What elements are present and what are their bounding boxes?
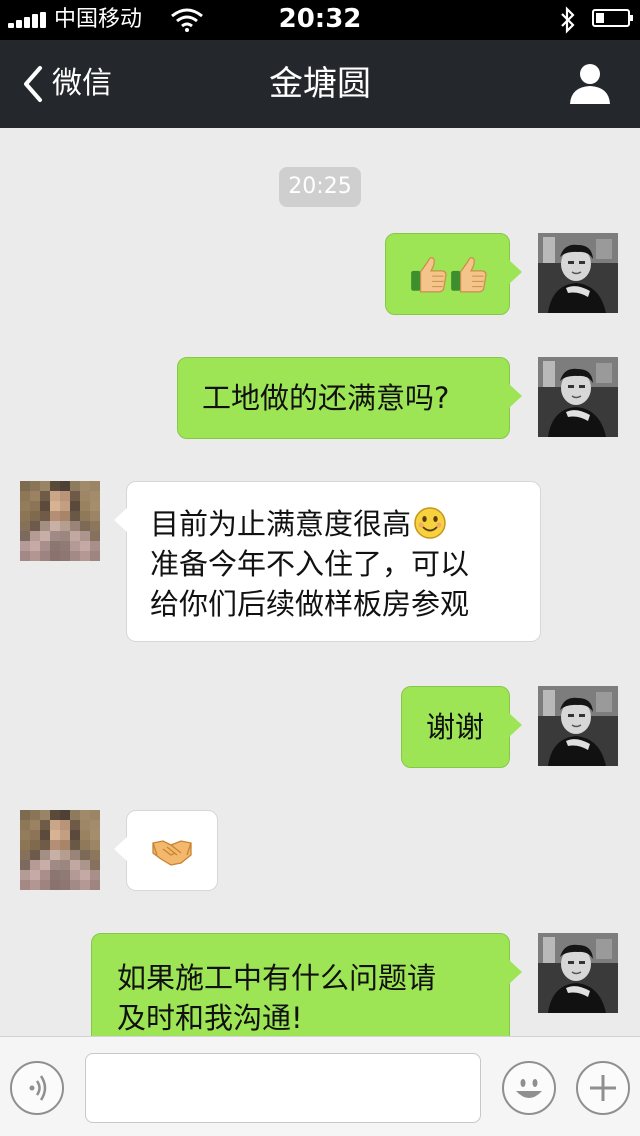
outgoing-message[interactable]: 工地做的还满意吗? bbox=[177, 357, 522, 439]
page-title: 金塘圆 bbox=[269, 64, 371, 104]
emoji-button[interactable] bbox=[502, 1061, 556, 1115]
voice-icon bbox=[29, 1075, 47, 1101]
plus-icon bbox=[590, 1075, 616, 1101]
message-line: 给你们后续做样板房参观 bbox=[150, 587, 470, 621]
handshake-icon bbox=[152, 840, 192, 866]
back-label: 微信 bbox=[52, 66, 112, 101]
chevron-left-icon bbox=[24, 66, 42, 102]
status-time: 20:32 bbox=[278, 4, 362, 34]
smile-emoji-icon bbox=[414, 507, 446, 539]
outgoing-message[interactable] bbox=[385, 233, 522, 315]
nav-bar: 微信 金塘圆 bbox=[0, 40, 640, 128]
my-avatar[interactable] bbox=[538, 357, 618, 437]
message-line: 如果施工中有什么问题请 bbox=[117, 961, 437, 995]
more-options-button[interactable] bbox=[576, 1061, 630, 1115]
message-timestamp: 20:25 bbox=[279, 167, 361, 207]
my-avatar[interactable] bbox=[538, 933, 618, 1013]
emoji-icon bbox=[516, 1079, 542, 1098]
my-avatar[interactable] bbox=[538, 233, 618, 313]
message-text: 谢谢 bbox=[426, 710, 485, 744]
thumbs-up-icon bbox=[448, 253, 490, 295]
message-line: 及时和我沟通! bbox=[117, 1001, 303, 1035]
contact-avatar[interactable] bbox=[20, 481, 100, 561]
status-bar: 中国移动 20:32 bbox=[0, 0, 640, 40]
battery-icon bbox=[592, 9, 633, 27]
message-line: 目前为止满意度很高 bbox=[150, 504, 540, 544]
incoming-message[interactable] bbox=[114, 810, 218, 891]
outgoing-message[interactable]: 谢谢 bbox=[401, 686, 522, 768]
voice-button[interactable] bbox=[10, 1061, 64, 1115]
input-bar bbox=[0, 1036, 640, 1136]
bluetooth-icon bbox=[561, 6, 575, 34]
chat-info-button[interactable] bbox=[566, 60, 614, 108]
incoming-message[interactable]: 目前为止满意度很高 准备今年不入住了，可以 给你们后续做样板房参观 bbox=[114, 481, 541, 642]
message-text: 工地做的还满意吗? bbox=[202, 381, 450, 415]
message-line: 准备今年不入住了，可以 bbox=[150, 547, 470, 581]
message-input[interactable] bbox=[85, 1053, 481, 1123]
thumbs-up-icon bbox=[408, 253, 450, 295]
back-button[interactable]: 微信 bbox=[18, 62, 112, 106]
person-icon bbox=[570, 64, 610, 104]
contact-avatar[interactable] bbox=[20, 810, 100, 890]
my-avatar[interactable] bbox=[538, 686, 618, 766]
